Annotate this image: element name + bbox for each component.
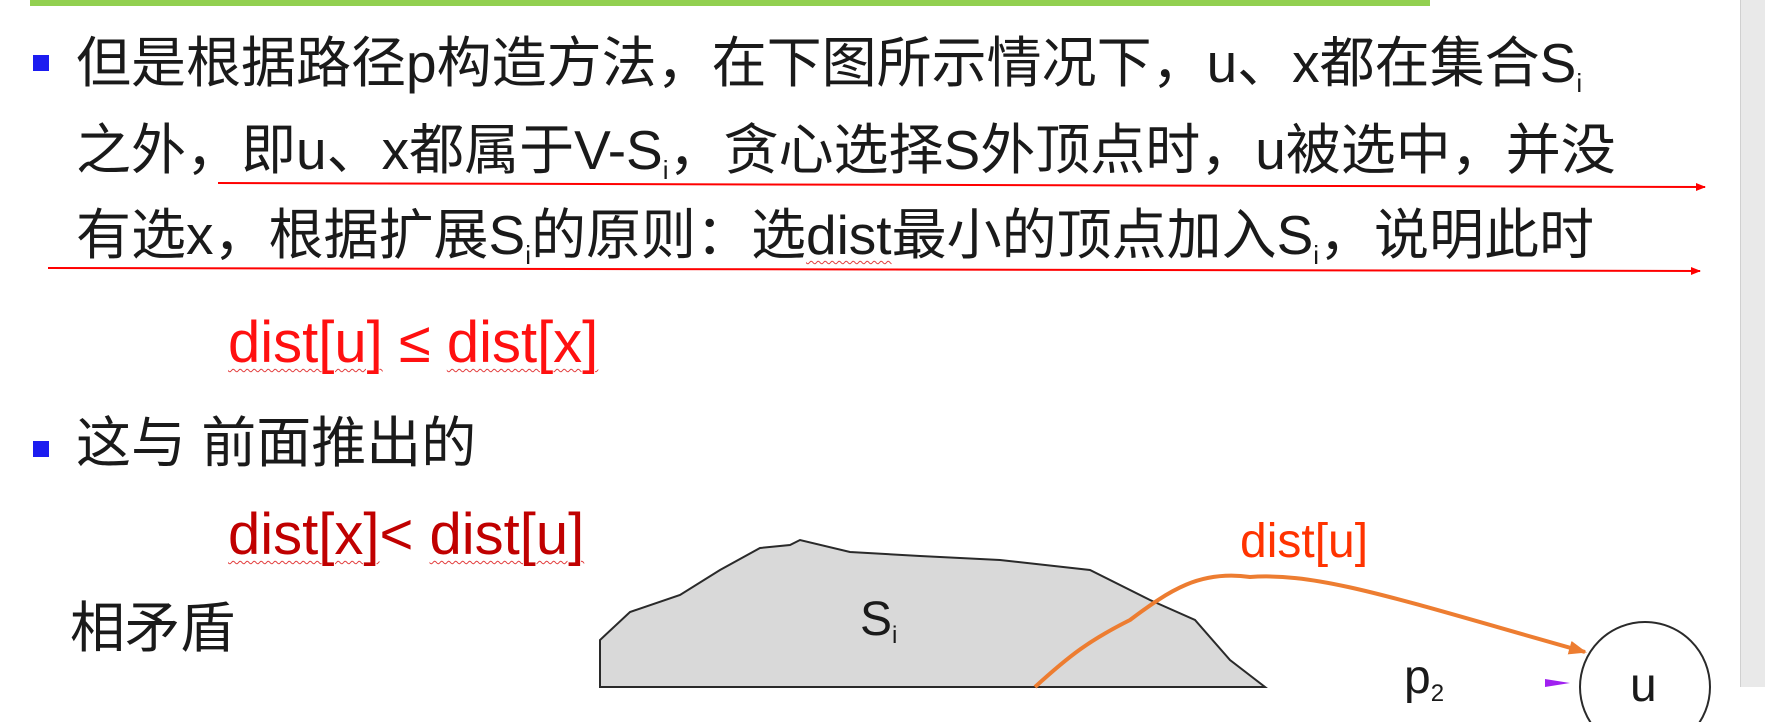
bullet1-line3: 有选x，根据扩展Si的原则：选dist最小的顶点加入Si，说明此时	[76, 200, 1594, 290]
purple-arrowhead	[1545, 679, 1570, 687]
bullet1-line3-mid: 的原则：选	[530, 204, 806, 266]
conclusion-text: 相矛盾	[70, 597, 236, 659]
bullet2-text: 这与 前面推出的	[76, 412, 477, 474]
bullet1-line2-text: 之外，即u、x都属于V-S	[76, 119, 663, 181]
curve-label-dist-u: dist[u]	[1240, 515, 1369, 568]
bullet1-line1-text: 但是根据路径p构造方法，在下图所示情况下，u、x都在集合S	[76, 32, 1577, 94]
path-label-subscript: 2	[1430, 680, 1445, 707]
formula2-operator: <	[379, 502, 430, 567]
bullet2-line: 这与 前面推出的	[76, 408, 476, 478]
path-label-text: p	[1404, 651, 1431, 704]
bullet1-line1: 但是根据路径p构造方法，在下图所示情况下，u、x都在集合Si	[76, 28, 1582, 118]
top-accent-rule	[30, 0, 1430, 6]
path-label: p2	[1404, 650, 1444, 722]
formula1-left: dist[u]	[228, 310, 383, 375]
bullet1-line3-tail: ，说明此时	[1319, 204, 1595, 266]
node-u-label: u	[1630, 659, 1657, 712]
dist-u-curve	[1033, 573, 1587, 689]
formula2-left: dist[x]	[228, 502, 380, 567]
bullet-marker-1	[33, 55, 49, 71]
set-label: Si	[860, 592, 897, 664]
formula1-operator: ≤	[382, 310, 447, 375]
bullet1-line3-dist: dist	[805, 204, 892, 266]
bullet-marker-2	[33, 441, 49, 457]
formula-dist-u-le-dist-x: dist[u] ≤ dist[x]	[228, 308, 598, 378]
bullet1-line1-subscript: i	[1576, 68, 1583, 98]
bullet1-line3-mid2: 最小的顶点加入S	[891, 204, 1314, 266]
set-label-text: S	[860, 593, 893, 646]
bullet1-line2-tail: ，贪心选择S外顶点时，u被选中，并没	[668, 119, 1616, 181]
bullet1-line2: 之外，即u、x都属于V-Si，贪心选择S外顶点时，u被选中，并没	[76, 115, 1616, 205]
bullet1-line3-text: 有选x，根据扩展S	[76, 204, 526, 266]
formula1-right: dist[x]	[446, 310, 599, 375]
formula2-right: dist[u]	[429, 502, 585, 567]
set-label-subscript: i	[892, 622, 898, 649]
formula-dist-x-lt-dist-u: dist[x]< dist[u]	[228, 500, 584, 570]
set-s-i-region	[599, 538, 1268, 688]
right-edge-strip	[1740, 0, 1765, 687]
